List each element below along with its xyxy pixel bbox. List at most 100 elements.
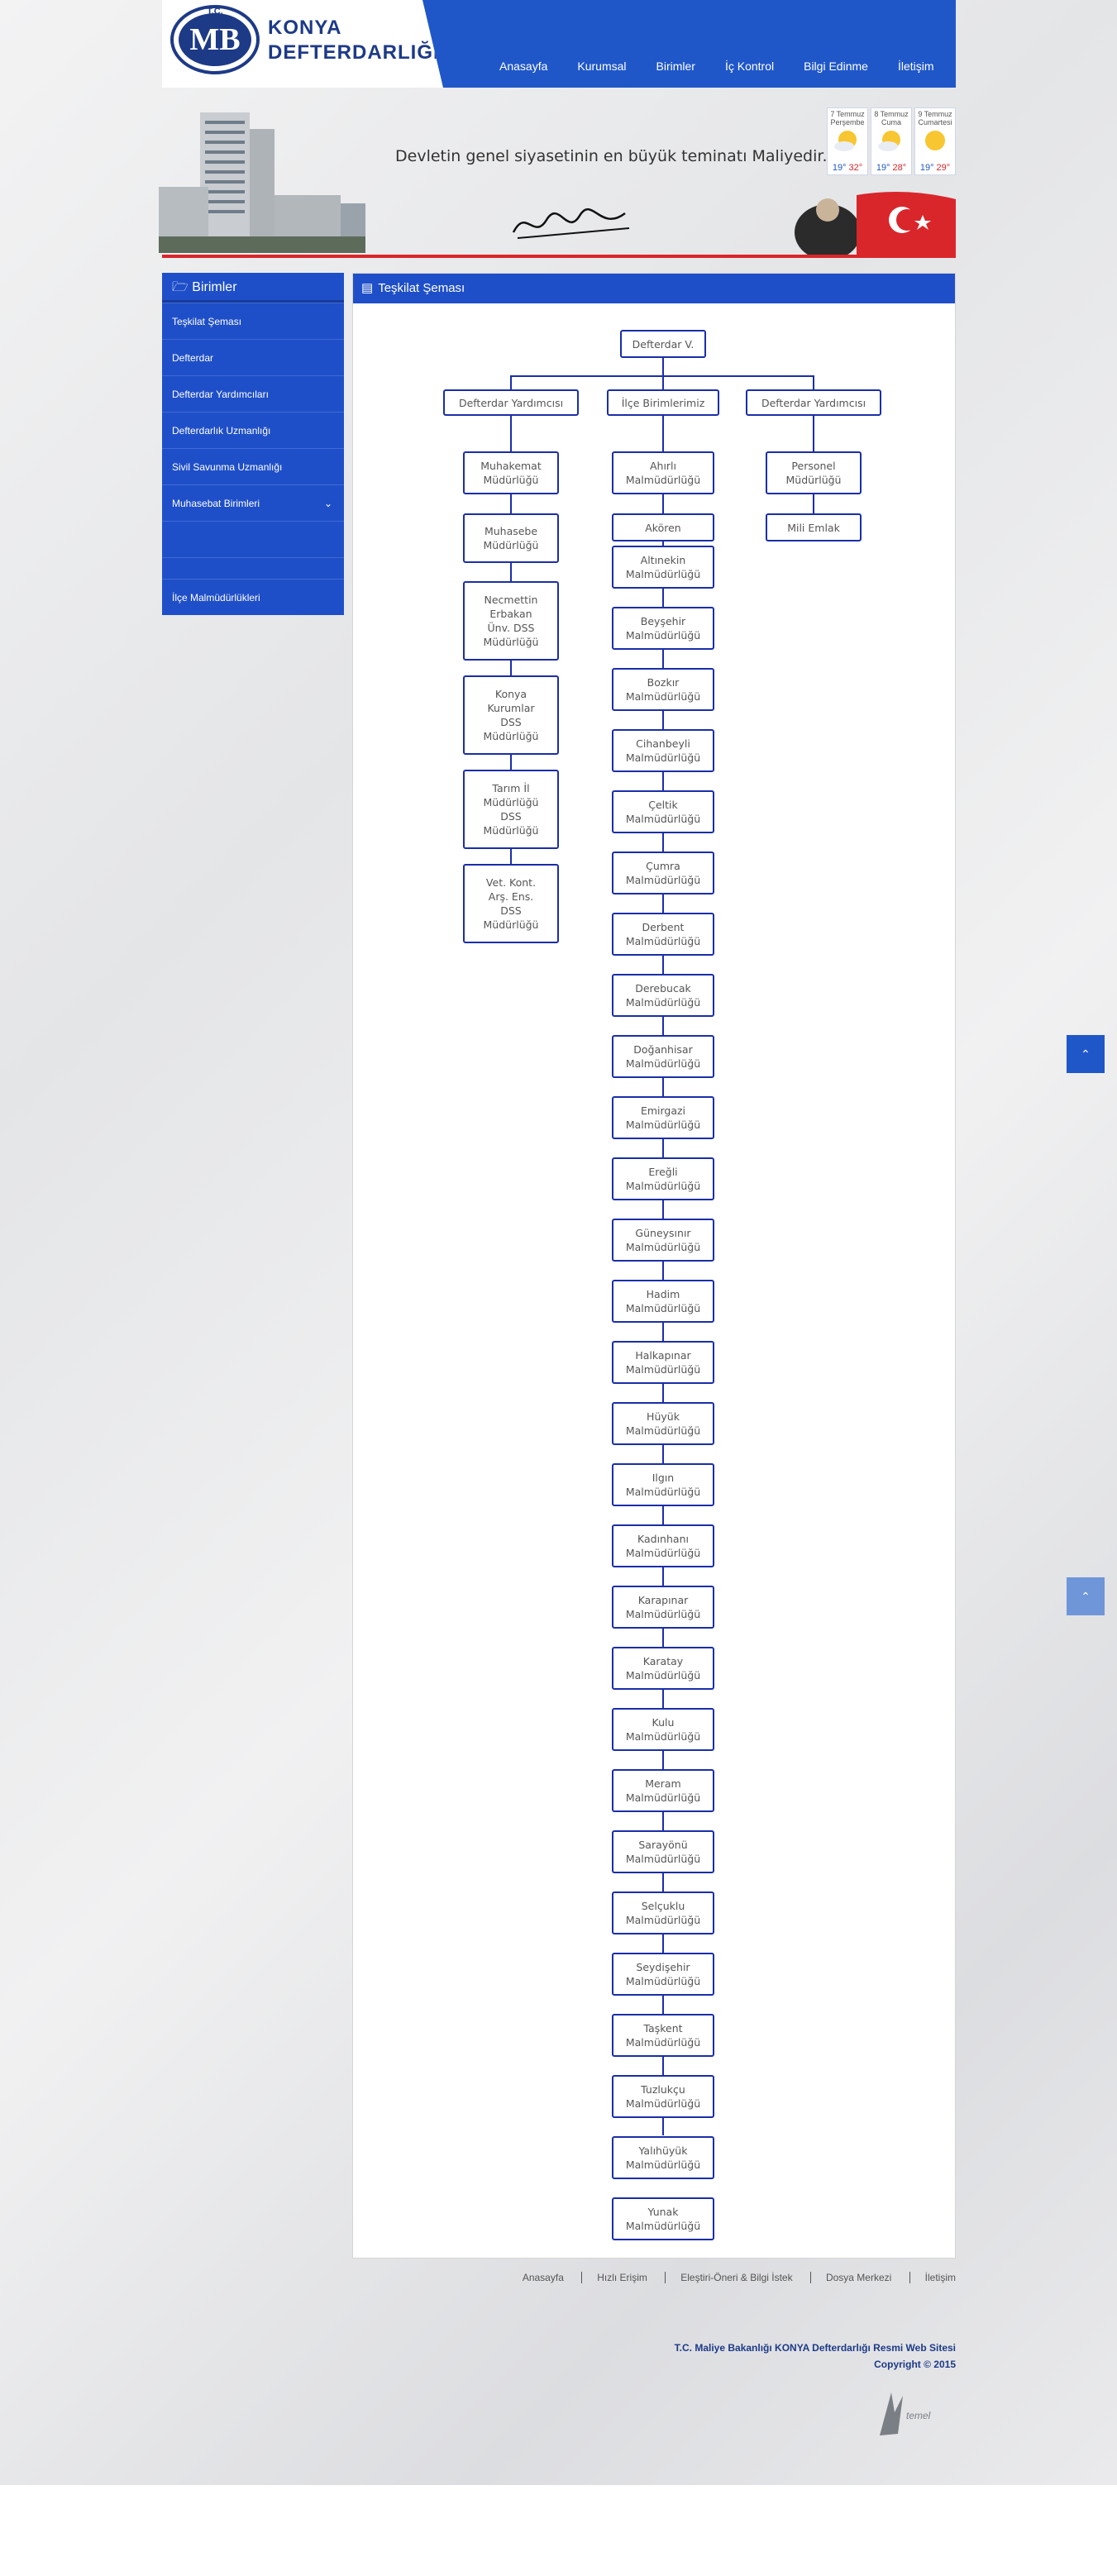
sidebar: 🗁 Birimler Teşkilat Şeması Defterdar Def… [162, 273, 344, 615]
nav-ic-kontrol[interactable]: İç Kontrol [710, 60, 789, 73]
org-node-center[interactable]: Derbent Malmüdürlüğü [612, 913, 714, 956]
org-node-left[interactable]: Muhakemat Müdürlüğü [463, 451, 559, 494]
scroll-top-button-secondary[interactable]: ⌃ [1067, 1577, 1105, 1615]
org-node-right[interactable]: Personel Müdürlüğü [766, 451, 862, 494]
weather-day-label: 9 Temmuz Cumartesi [918, 110, 952, 126]
nav-bilgi-edinme[interactable]: Bilgi Edinme [789, 60, 883, 73]
org-node-center[interactable]: Taşkent Malmüdürlüğü [612, 2014, 714, 2057]
sidebar-item-defterdarlik-uzmanligi[interactable]: Defterdarlık Uzmanlığı [162, 412, 344, 448]
sun-icon [925, 131, 945, 150]
weather-day: 9 Temmuz Cumartesi 19° 29° [914, 107, 956, 175]
sun-cloud-icon [834, 131, 857, 151]
maker-logo-icon[interactable]: temel [873, 2388, 956, 2437]
connector-line [510, 375, 512, 390]
sidebar-title: Birimler [192, 280, 237, 294]
sidebar-spacer [162, 557, 344, 579]
org-node-center[interactable]: Cihanbeyli Malmüdürlüğü [612, 729, 714, 772]
svg-text:T.C.: T.C. [207, 7, 223, 17]
org-node-center[interactable]: Akören [612, 513, 714, 541]
brand-line-1[interactable]: KONYA [268, 17, 341, 40]
sun-cloud-icon [878, 131, 900, 151]
org-node-right[interactable]: Mili Emlak [766, 513, 862, 541]
org-node-center[interactable]: Bozkır Malmüdürlüğü [612, 668, 714, 711]
org-node-root[interactable]: Defterdar V. [620, 330, 706, 358]
org-node-center[interactable]: Karapınar Malmüdürlüğü [612, 1586, 714, 1629]
maker-logo-text: temel [906, 2410, 931, 2421]
org-node-left[interactable]: Muhasebe Müdürlüğü [463, 513, 559, 563]
sidebar-item-teskilat-semasi[interactable]: Teşkilat Şeması [162, 303, 344, 339]
nav-iletisim[interactable]: İletişim [883, 60, 949, 73]
org-node-left[interactable]: Necmettin Erbakan Ünv. DSS Müdürlüğü [463, 581, 559, 661]
connector-line [813, 375, 814, 390]
temp-high: 29° [936, 163, 951, 173]
org-node-center[interactable]: Altınekin Malmüdürlüğü [612, 546, 714, 589]
org-node-ilce-birimleri[interactable]: İlçe Birimlerimiz [607, 389, 719, 416]
sidebar-item-sivil-savunma[interactable]: Sivil Savunma Uzmanlığı [162, 448, 344, 484]
nav-anasayfa[interactable]: Anasayfa [485, 60, 562, 73]
org-node-center[interactable]: Yalıhüyük Malmüdürlüğü [612, 2136, 714, 2179]
sidebar-item-ilce-malmudurlukleri[interactable]: İlçe Malmüdürlükleri [162, 579, 344, 615]
copyright-line-1: T.C. Maliye Bakanlığı KONYA Defterdarlığ… [674, 2342, 956, 2354]
footer-link-anasayfa[interactable]: Anasayfa [508, 2272, 579, 2283]
sidebar-item-empty[interactable] [162, 521, 344, 557]
temp-high: 28° [892, 163, 907, 173]
org-node-center[interactable]: Doğanhisar Malmüdürlüğü [612, 1035, 714, 1078]
org-node-center[interactable]: Kulu Malmüdürlüğü [612, 1708, 714, 1751]
page-bottom-band [0, 2485, 1117, 2576]
sidebar-item-muhasebat-birimleri[interactable]: Muhasebat Birimleri ⌄ [162, 484, 344, 521]
org-node-center[interactable]: Ahırlı Malmüdürlüğü [612, 451, 714, 494]
footer-links: Anasayfa Hızlı Erişim Eleştiri-Öneri & B… [352, 2272, 956, 2283]
copyright-line-2: Copyright © 2015 [874, 2359, 956, 2370]
org-node-center[interactable]: Karatay Malmüdürlüğü [612, 1647, 714, 1690]
org-node-left[interactable]: Vet. Kont. Arş. Ens. DSS Müdürlüğü [463, 864, 559, 943]
sidebar-item-defterdar[interactable]: Defterdar [162, 339, 344, 375]
temp-low: 19° [919, 163, 934, 173]
org-node-left[interactable]: Tarım İl Müdürlüğü DSS Müdürlüğü [463, 770, 559, 849]
logo-area: MB T.C. KONYA DEFTERDARLIĞI [162, 0, 443, 88]
org-node-center[interactable]: Tuzlukçu Malmüdürlüğü [612, 2075, 714, 2118]
org-node-center[interactable]: Derebucak Malmüdürlüğü [612, 974, 714, 1017]
org-node-left[interactable]: Konya Kurumlar DSS Müdürlüğü [463, 675, 559, 755]
brand-line-2[interactable]: DEFTERDARLIĞI [268, 41, 440, 64]
org-node-center[interactable]: Hadim Malmüdürlüğü [612, 1280, 714, 1323]
footer-link-hizli-erisim[interactable]: Hızlı Erişim [581, 2272, 662, 2283]
org-node-center[interactable]: Meram Malmüdürlüğü [612, 1769, 714, 1812]
weather-day: 8 Temmuz Cuma 19° 28° [871, 107, 912, 175]
org-node-center[interactable]: Kadınhanı Malmüdürlüğü [612, 1524, 714, 1567]
ataturk-signature-icon [512, 208, 630, 239]
org-node-center[interactable]: Çeltik Malmüdürlüğü [612, 790, 714, 833]
building-image [159, 112, 365, 253]
weather-widget: 7 Temmuz Perşembe 19° 32° 8 Temmuz Cuma … [827, 107, 956, 175]
org-node-defterdar-yardimcisi[interactable]: Defterdar Yardımcısı [746, 389, 881, 416]
org-node-center[interactable]: Seydişehir Malmüdürlüğü [612, 1953, 714, 1996]
panel-header: ▤ Teşkilat Şeması [353, 274, 955, 303]
org-node-center[interactable]: Selçuklu Malmüdürlüğü [612, 1891, 714, 1934]
nav-kurumsal[interactable]: Kurumsal [562, 60, 641, 73]
org-node-center[interactable]: Güneysınır Malmüdürlüğü [612, 1219, 714, 1262]
org-node-center[interactable]: Yunak Malmüdürlüğü [612, 2197, 714, 2240]
ministry-logo-icon[interactable]: MB T.C. [169, 3, 261, 78]
org-node-center[interactable]: Çumra Malmüdürlüğü [612, 852, 714, 894]
nav-birimler[interactable]: Birimler [642, 60, 710, 73]
panel-title: Teşkilat Şeması [378, 281, 465, 295]
footer-link-dosya-merkezi[interactable]: Dosya Merkezi [809, 2272, 907, 2283]
weather-day-label: 7 Temmuz Perşembe [830, 110, 865, 126]
footer-link-elestiri-oneri[interactable]: Eleştiri-Öneri & Bilgi İstek [665, 2272, 808, 2283]
org-node-center[interactable]: Sarayönü Malmüdürlüğü [612, 1830, 714, 1873]
temp-low: 19° [832, 163, 847, 173]
main-panel: ▤ Teşkilat Şeması Defterdar V. Defterdar Y… [352, 273, 956, 2259]
org-node-defterdar-yardimcisi[interactable]: Defterdar Yardımcısı [443, 389, 579, 416]
footer-link-iletisim[interactable]: İletişim [909, 2272, 956, 2283]
org-node-center[interactable]: Ereğli Malmüdürlüğü [612, 1157, 714, 1200]
org-node-center[interactable]: Beyşehir Malmüdürlüğü [612, 607, 714, 650]
org-node-center[interactable]: Ilgın Malmüdürlüğü [612, 1463, 714, 1506]
scroll-top-button[interactable]: ⌃ [1067, 1035, 1105, 1073]
org-chart: Defterdar V. Defterdar Yardımcısı İlçe Bir… [353, 303, 957, 2254]
org-node-center[interactable]: Halkapınar Malmüdürlüğü [612, 1341, 714, 1384]
org-node-center[interactable]: Emirgazi Malmüdürlüğü [612, 1096, 714, 1139]
weather-day: 7 Temmuz Perşembe 19° 32° [827, 107, 868, 175]
org-node-center[interactable]: Hüyük Malmüdürlüğü [612, 1402, 714, 1445]
sidebar-item-defterdar-yardimcilari[interactable]: Defterdar Yardımcıları [162, 375, 344, 412]
banner-divider [162, 255, 956, 258]
chevron-down-icon[interactable]: ⌄ [324, 485, 332, 522]
